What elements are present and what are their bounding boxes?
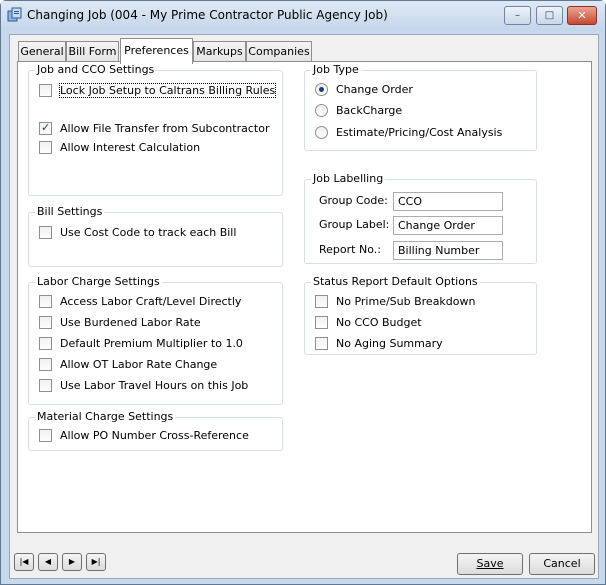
group-title: Labor Charge Settings <box>35 275 162 288</box>
use-burdened-labor-rate-checkbox[interactable]: Use Burdened Labor Rate <box>39 316 201 330</box>
tab-markups[interactable]: Markups <box>193 41 246 63</box>
tab-companies[interactable]: Companies <box>246 41 312 63</box>
checkbox-box[interactable] <box>315 337 328 350</box>
checkbox-box[interactable] <box>39 429 52 442</box>
material-charge-settings-group: Material Charge Settings Allow PO Number… <box>28 410 283 451</box>
default-premium-multiplier-checkbox[interactable]: Default Premium Multiplier to 1.0 <box>39 337 243 351</box>
save-button[interactable]: Save <box>457 553 523 575</box>
job-labelling-group: Job Labelling Group Code: CCO Group Labe… <box>304 172 537 264</box>
checkbox-box[interactable] <box>39 141 52 154</box>
group-code-label: Group Code: <box>319 194 388 207</box>
allow-po-cross-reference-checkbox[interactable]: Allow PO Number Cross-Reference <box>39 429 249 443</box>
group-title: Material Charge Settings <box>35 410 176 423</box>
radio-button[interactable] <box>315 126 328 139</box>
window-title: Changing Job (004 - My Prime Contractor … <box>27 8 388 22</box>
checkbox-box[interactable] <box>39 337 52 350</box>
checkbox-box[interactable] <box>39 295 52 308</box>
dialog-client: General Bill Form Preferences Markups Co… <box>9 34 599 579</box>
title-bar[interactable]: Changing Job (004 - My Prime Contractor … <box>1 1 605 31</box>
job-cco-settings-group: Job and CCO Settings Lock Job Setup to C… <box>28 63 283 196</box>
allow-file-transfer-checkbox[interactable]: Allow File Transfer from Subcontractor <box>39 121 269 136</box>
tab-bill-form[interactable]: Bill Form <box>66 41 119 63</box>
checkbox-box[interactable] <box>39 316 52 329</box>
checkbox-box[interactable] <box>315 295 328 308</box>
last-record-button[interactable]: ▶| <box>86 553 106 571</box>
job-type-group: Job Type Change Order BackCharge Estimat… <box>304 63 537 151</box>
lock-job-setup-checkbox[interactable]: Lock Job Setup to Caltrans Billing Rules <box>39 83 277 98</box>
no-aging-summary-checkbox[interactable]: No Aging Summary <box>315 337 443 351</box>
radio-button[interactable] <box>315 104 328 117</box>
bottom-bar: |◀ ◀ ▶ ▶| Save Cancel <box>10 541 598 579</box>
radio-backcharge[interactable]: BackCharge <box>315 104 402 118</box>
radio-button[interactable] <box>315 83 328 96</box>
next-record-button[interactable]: ▶ <box>62 553 82 571</box>
maximize-button[interactable]: □ <box>536 6 563 25</box>
app-icon <box>7 7 22 22</box>
report-no-field[interactable]: Billing Number <box>393 241 503 260</box>
group-title: Job Type <box>311 63 361 76</box>
cancel-button[interactable]: Cancel <box>529 553 595 575</box>
group-label-field[interactable]: Change Order <box>393 216 503 235</box>
allow-ot-labor-rate-checkbox[interactable]: Allow OT Labor Rate Change <box>39 358 217 372</box>
checkbox-box[interactable] <box>39 379 52 392</box>
radio-change-order[interactable]: Change Order <box>315 83 413 97</box>
group-label-label: Group Label: <box>319 218 390 231</box>
previous-record-button[interactable]: ◀ <box>38 553 58 571</box>
application-window: Changing Job (004 - My Prime Contractor … <box>0 0 606 585</box>
labor-charge-settings-group: Labor Charge Settings Access Labor Craft… <box>28 275 283 405</box>
group-title: Job Labelling <box>311 172 386 185</box>
checkbox-box[interactable] <box>39 226 52 239</box>
tab-general[interactable]: General <box>18 41 66 63</box>
minimize-button[interactable]: – <box>504 6 531 25</box>
preferences-panel: Job and CCO Settings Lock Job Setup to C… <box>17 61 592 533</box>
use-cost-code-checkbox[interactable]: Use Cost Code to track each Bill <box>39 226 236 240</box>
close-button[interactable]: ✕ <box>567 6 597 25</box>
bill-settings-group: Bill Settings Use Cost Code to track eac… <box>28 205 283 267</box>
radio-estimate-pricing[interactable]: Estimate/Pricing/Cost Analysis <box>315 126 502 140</box>
group-title: Bill Settings <box>35 205 105 218</box>
report-no-label: Report No.: <box>319 243 381 256</box>
checkbox-box[interactable] <box>39 84 52 97</box>
status-report-options-group: Status Report Default Options No Prime/S… <box>304 275 537 355</box>
access-labor-craft-checkbox[interactable]: Access Labor Craft/Level Directly <box>39 295 241 309</box>
group-title: Status Report Default Options <box>311 275 480 288</box>
group-code-field[interactable]: CCO <box>393 192 503 211</box>
no-prime-sub-breakdown-checkbox[interactable]: No Prime/Sub Breakdown <box>315 295 475 309</box>
allow-interest-calculation-checkbox[interactable]: Allow Interest Calculation <box>39 141 200 155</box>
first-record-button[interactable]: |◀ <box>14 553 34 571</box>
use-labor-travel-hours-checkbox[interactable]: Use Labor Travel Hours on this Job <box>39 379 248 393</box>
checkbox-box[interactable] <box>39 358 52 371</box>
tab-preferences[interactable]: Preferences <box>120 38 193 64</box>
checkbox-box[interactable] <box>315 316 328 329</box>
group-title: Job and CCO Settings <box>35 63 157 76</box>
checkbox-box[interactable] <box>39 121 52 135</box>
no-cco-budget-checkbox[interactable]: No CCO Budget <box>315 316 422 330</box>
